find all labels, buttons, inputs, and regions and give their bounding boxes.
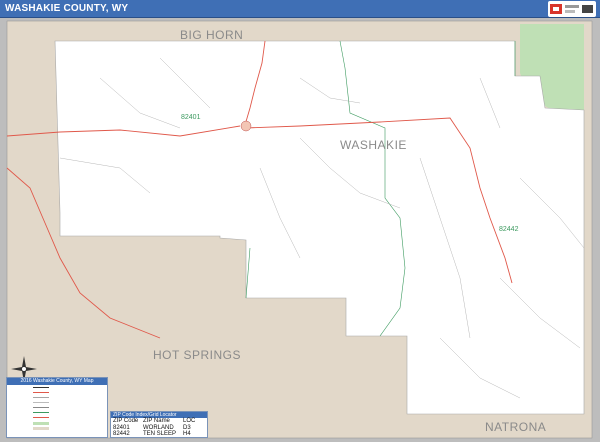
legend-title: 2016 Washakie County, WY Map (7, 378, 107, 385)
zip-index-table: ZIP Code Index/Grid Locator ZIP Code ZIP… (110, 411, 208, 438)
map-header: WASHAKIE COUNTY, WY (0, 0, 600, 18)
label-big-horn: BIG HORN (180, 28, 244, 42)
map-legend: 2016 Washakie County, WY Map (6, 377, 108, 438)
label-washakie: WASHAKIE (340, 138, 407, 152)
zip-label-82401: 82401 (181, 114, 201, 121)
label-hot-springs: HOT SPRINGS (153, 348, 241, 362)
legend-row (7, 425, 107, 430)
publisher-logo-icon (548, 1, 596, 17)
table-row: 82442 TEN SLEEP H4 (113, 431, 191, 437)
worland-town-marker (240, 120, 252, 132)
map-title: WASHAKIE COUNTY, WY (5, 3, 129, 14)
label-natrona: NATRONA (485, 420, 547, 434)
zip-label-82442: 82442 (499, 226, 519, 233)
